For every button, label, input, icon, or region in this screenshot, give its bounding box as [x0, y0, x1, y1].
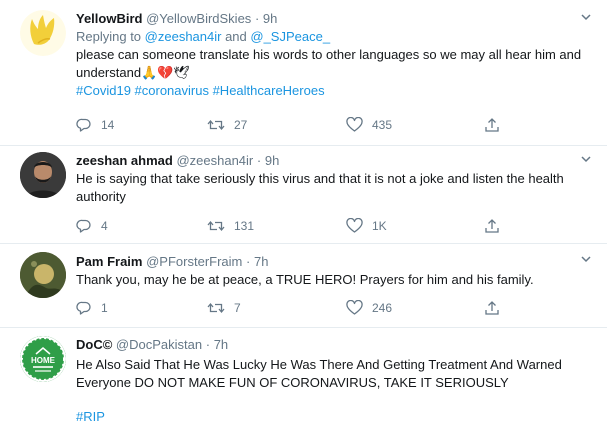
separator-dot: ·: [256, 153, 262, 168]
like-button[interactable]: 246: [346, 299, 392, 317]
like-count: 1K: [372, 219, 387, 233]
retweet-button[interactable]: 131: [207, 217, 254, 235]
retweet-count: 27: [234, 118, 248, 132]
reply-icon: [76, 301, 91, 315]
user-handle[interactable]: @DocPakistan: [116, 337, 202, 352]
retweet-button[interactable]: 7: [207, 299, 241, 317]
timestamp[interactable]: 9h: [263, 11, 277, 26]
mention-link[interactable]: @zeeshan4ir: [145, 29, 222, 44]
like-button[interactable]: 1K: [346, 217, 387, 235]
reply-count: 1: [101, 301, 108, 315]
timestamp[interactable]: 7h: [214, 337, 228, 352]
tweet-text: He is saying that take seriously this vi…: [76, 171, 564, 204]
display-name[interactable]: DoC©: [76, 337, 112, 352]
heart-icon: [346, 300, 363, 315]
tweet-pam-fraim[interactable]: Pam Fraim @PForsterFraim · 7h Thank you,…: [0, 244, 607, 328]
retweet-icon: [207, 302, 225, 314]
share-icon: [485, 118, 499, 132]
tweet-docpakistan[interactable]: HOME DoC© @DocPakistan · 7h He Also Said…: [0, 328, 607, 436]
mention-link[interactable]: @_SJPeace_: [250, 29, 330, 44]
replying-to: Replying to @zeeshan4ir and @_SJPeace_: [76, 28, 585, 46]
avatar[interactable]: [20, 252, 66, 298]
hashtags[interactable]: #Covid19 #coronavirus #HealthcareHeroes: [76, 82, 585, 100]
reply-button[interactable]: 1: [76, 299, 108, 317]
hashtags[interactable]: #RIP: [76, 408, 585, 426]
display-name[interactable]: Pam Fraim: [76, 254, 142, 269]
retweet-count: 131: [234, 219, 255, 233]
share-icon: [485, 301, 499, 315]
tweet-text: Thank you, may he be at peace, a TRUE HE…: [76, 272, 534, 287]
tweet-yellowbird[interactable]: YellowBird @YellowBirdSkies · 9h Replyin…: [0, 0, 607, 146]
retweet-icon: [207, 119, 225, 131]
avatar[interactable]: [20, 10, 66, 56]
user-handle[interactable]: @PForsterFraim: [146, 254, 242, 269]
separator-dot: ·: [246, 254, 251, 269]
share-button[interactable]: [484, 299, 500, 317]
like-button[interactable]: 435: [346, 116, 392, 134]
reply-icon: [76, 118, 91, 132]
tweet-zeeshan[interactable]: zeeshan ahmad @zeeshan4ir · 9h He is say…: [0, 146, 607, 244]
share-button[interactable]: [484, 116, 500, 134]
share-icon: [485, 219, 499, 233]
reply-icon: [76, 219, 91, 233]
reply-button[interactable]: 14: [76, 116, 114, 134]
like-count: 246: [372, 301, 393, 315]
user-handle[interactable]: @YellowBirdSkies: [146, 11, 251, 26]
timestamp[interactable]: 9h: [265, 153, 279, 168]
display-name[interactable]: YellowBird: [76, 11, 142, 26]
retweet-count: 7: [234, 301, 241, 315]
separator-dot: ·: [205, 337, 211, 352]
user-handle[interactable]: @zeeshan4ir: [176, 153, 253, 168]
display-name[interactable]: zeeshan ahmad: [76, 153, 173, 168]
replying-prefix: Replying to: [76, 29, 145, 44]
timestamp[interactable]: 7h: [254, 254, 268, 269]
avatar[interactable]: HOME: [20, 336, 66, 382]
retweet-icon: [207, 220, 225, 232]
replying-and: and: [221, 29, 251, 44]
heart-icon: [346, 117, 363, 132]
tweet-text: please can someone translate his words t…: [76, 47, 582, 80]
tweet-text: He Also Said That He Was Lucky He Was Th…: [76, 357, 562, 390]
share-button[interactable]: [484, 217, 500, 235]
avatar-text: HOME: [31, 356, 56, 365]
reply-button[interactable]: 4: [76, 217, 108, 235]
reply-count: 14: [101, 118, 115, 132]
like-count: 435: [372, 118, 393, 132]
separator-dot: ·: [254, 11, 260, 26]
heart-icon: [346, 218, 363, 233]
reply-count: 4: [101, 219, 108, 233]
avatar[interactable]: [20, 152, 66, 198]
retweet-button[interactable]: 27: [207, 116, 247, 134]
